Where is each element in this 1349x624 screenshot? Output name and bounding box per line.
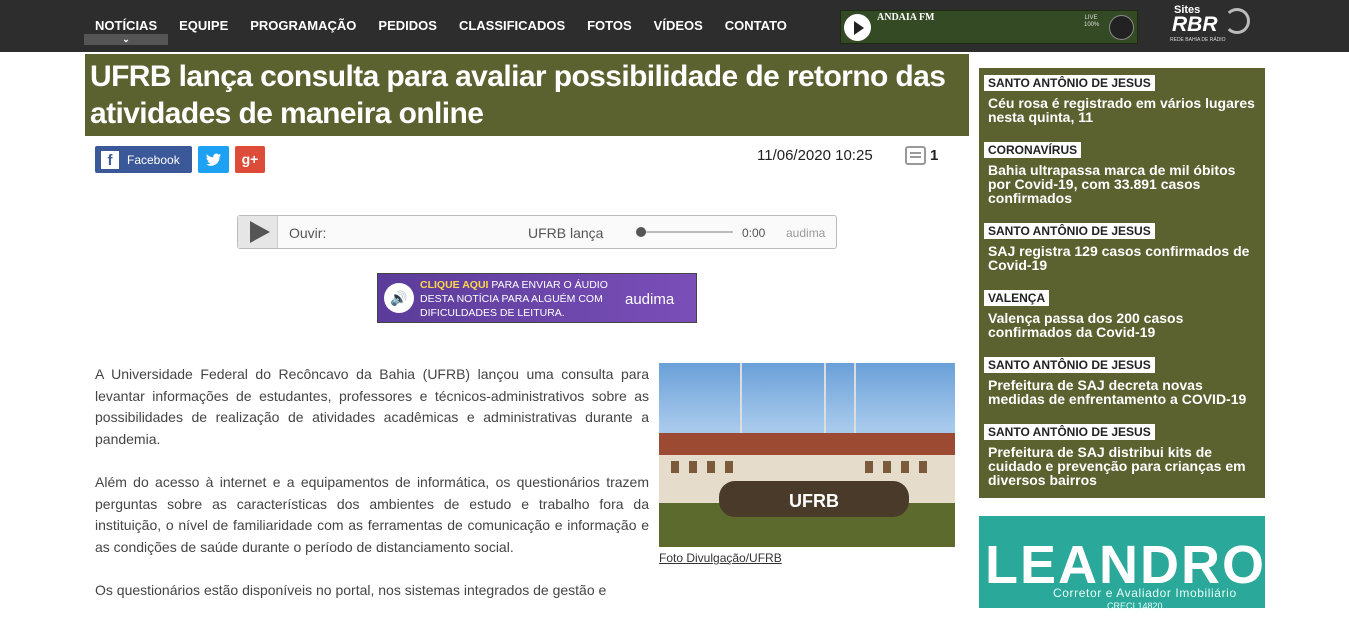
sidebar-news-item[interactable]: SANTO ANTÔNIO DE JESUS Prefeitura de SAJ… [984,423,1260,487]
news-title[interactable]: Prefeitura de SAJ distribui kits de cuid… [988,445,1260,487]
audio-play-button[interactable] [238,216,278,248]
photo-sign-text: UFRB [789,491,839,511]
audio-brand: audima [786,226,826,240]
radio-player: ANDAIA FM LIVE 100% [840,10,1138,44]
article-body: A Universidade Federal do Recôncavo da B… [95,364,649,624]
nav-noticias[interactable]: NOTÍCIAS ⌄ [84,0,169,52]
article-paragraph: Além do acesso à internet e a equipament… [95,474,649,555]
nav-videos[interactable]: VÍDEOS [643,0,714,52]
news-title[interactable]: Prefeitura de SAJ decreta novas medidas … [988,378,1260,406]
news-category-tag[interactable]: CORONAVÍRUS [984,142,1082,158]
news-title[interactable]: Valença passa dos 200 casos confirmados … [988,311,1260,339]
radio-station-name: ANDAIA FM [877,12,935,23]
facebook-share-button[interactable]: f Facebook [95,146,192,173]
twitter-icon [206,153,221,166]
speaker-icon: 🔊 [384,283,414,313]
live-label: LIVE [1084,15,1098,21]
banner-text: CLIQUE AQUI PARA ENVIAR O ÁUDIO DESTA NO… [420,278,625,320]
sidebar-news-item[interactable]: SANTO ANTÔNIO DE JESUS Prefeitura de SAJ… [984,356,1260,406]
sidebar-news-item[interactable]: CORONAVÍRUS Bahia ultrapassa marca de mi… [984,141,1260,205]
news-category-tag[interactable]: VALENÇA [984,290,1050,306]
banner-brand: audima [625,291,675,308]
banner-highlight: CLIQUE AQUI [420,279,489,291]
comment-icon [905,146,926,165]
ad-subtitle: Corretor e Avaliador Imobiliário [1053,586,1237,600]
ad-creci: CRECI 14820 [1107,601,1163,611]
rbr-logo[interactable]: Sites RBR REDE BAHIA DE RÁDIO [1164,4,1254,46]
rbr-ring-icon [1224,8,1250,34]
article-headline-box: UFRB lança consulta para avaliar possibi… [85,54,969,136]
audio-label: Ouvir: [289,225,327,241]
audio-time: 0:00 [742,226,766,240]
nav-classificados[interactable]: CLASSIFICADOS [448,0,576,52]
facebook-icon: f [101,150,119,169]
article-datetime: 11/06/2020 10:25 [757,147,873,164]
nav-fotos[interactable]: FOTOS [576,0,643,52]
chevron-down-icon: ⌄ [84,34,169,45]
news-category-tag[interactable]: SANTO ANTÔNIO DE JESUS [984,75,1155,91]
news-title[interactable]: Bahia ultrapassa marca de mil óbitos por… [988,163,1260,205]
audima-share-banner[interactable]: 🔊 CLIQUE AQUI PARA ENVIAR O ÁUDIO DESTA … [377,273,697,323]
article-title: UFRB lança consulta para avaliar possibi… [90,60,946,130]
comment-count: 1 [930,147,939,164]
main-menu: NOTÍCIAS ⌄ EQUIPE PROGRAMAÇÃO PEDIDOS CLA… [84,0,798,52]
twitter-share-button[interactable] [198,146,229,173]
googleplus-share-button[interactable]: g+ [235,146,265,173]
rbr-wordmark: RBR [1172,13,1218,36]
top-navigation-bar: NOTÍCIAS ⌄ EQUIPE PROGRAMAÇÃO PEDIDOS CLA… [0,0,1349,52]
radio-live-indicator: LIVE 100% [1084,15,1100,37]
radio-play-icon[interactable] [844,14,871,41]
news-title[interactable]: SAJ registra 129 casos confirmados de Co… [988,244,1260,272]
news-title[interactable]: Céu rosa é registrado em vários lugares … [988,96,1260,124]
article-paragraph: Os questionários estão disponíveis no po… [95,582,607,598]
news-category-tag[interactable]: SANTO ANTÔNIO DE JESUS [984,223,1155,239]
nav-programacao[interactable]: PROGRAMAÇÃO [239,0,367,52]
nav-equipe[interactable]: EQUIPE [168,0,239,52]
audio-progress-track[interactable] [639,231,733,233]
comments-link[interactable]: 1 [905,146,938,165]
volume-label: 100% [1084,22,1100,28]
nav-pedidos[interactable]: PEDIDOS [367,0,448,52]
ufrb-building-image: UFRB [659,363,955,547]
leandro-ad-banner[interactable]: LEANDRO Corretor e Avaliador Imobiliário… [979,516,1266,611]
audio-progress-knob[interactable] [636,227,646,237]
news-category-tag[interactable]: SANTO ANTÔNIO DE JESUS [984,357,1155,373]
facebook-label: Facebook [127,152,180,167]
sidebar-news-item[interactable]: VALENÇA Valença passa dos 200 casos conf… [984,289,1260,339]
share-buttons: f Facebook g+ [95,146,265,173]
article-paragraph: A Universidade Federal do Recôncavo da B… [95,366,649,447]
nav-contato[interactable]: CONTATO [714,0,798,52]
related-news-sidebar: SANTO ANTÔNIO DE JESUS Céu rosa é regist… [979,68,1265,498]
article-photo[interactable]: UFRB [659,363,955,547]
news-category-tag[interactable]: SANTO ANTÔNIO DE JESUS [984,424,1155,440]
ad-brand-name: LEANDRO [985,535,1266,595]
audio-player: Ouvir: UFRB lança 0:00 audima [237,215,837,249]
rbr-subtitle: REDE BAHIA DE RÁDIO [1170,37,1226,43]
station-logo [1109,15,1134,40]
photo-caption[interactable]: Foto Divulgação/UFRB [659,551,782,565]
nav-label: NOTÍCIAS [95,18,158,33]
audio-title: UFRB lança [528,225,604,241]
sidebar-news-item[interactable]: SANTO ANTÔNIO DE JESUS Céu rosa é regist… [984,74,1260,124]
sidebar-news-item[interactable]: SANTO ANTÔNIO DE JESUS SAJ registra 129 … [984,222,1260,272]
